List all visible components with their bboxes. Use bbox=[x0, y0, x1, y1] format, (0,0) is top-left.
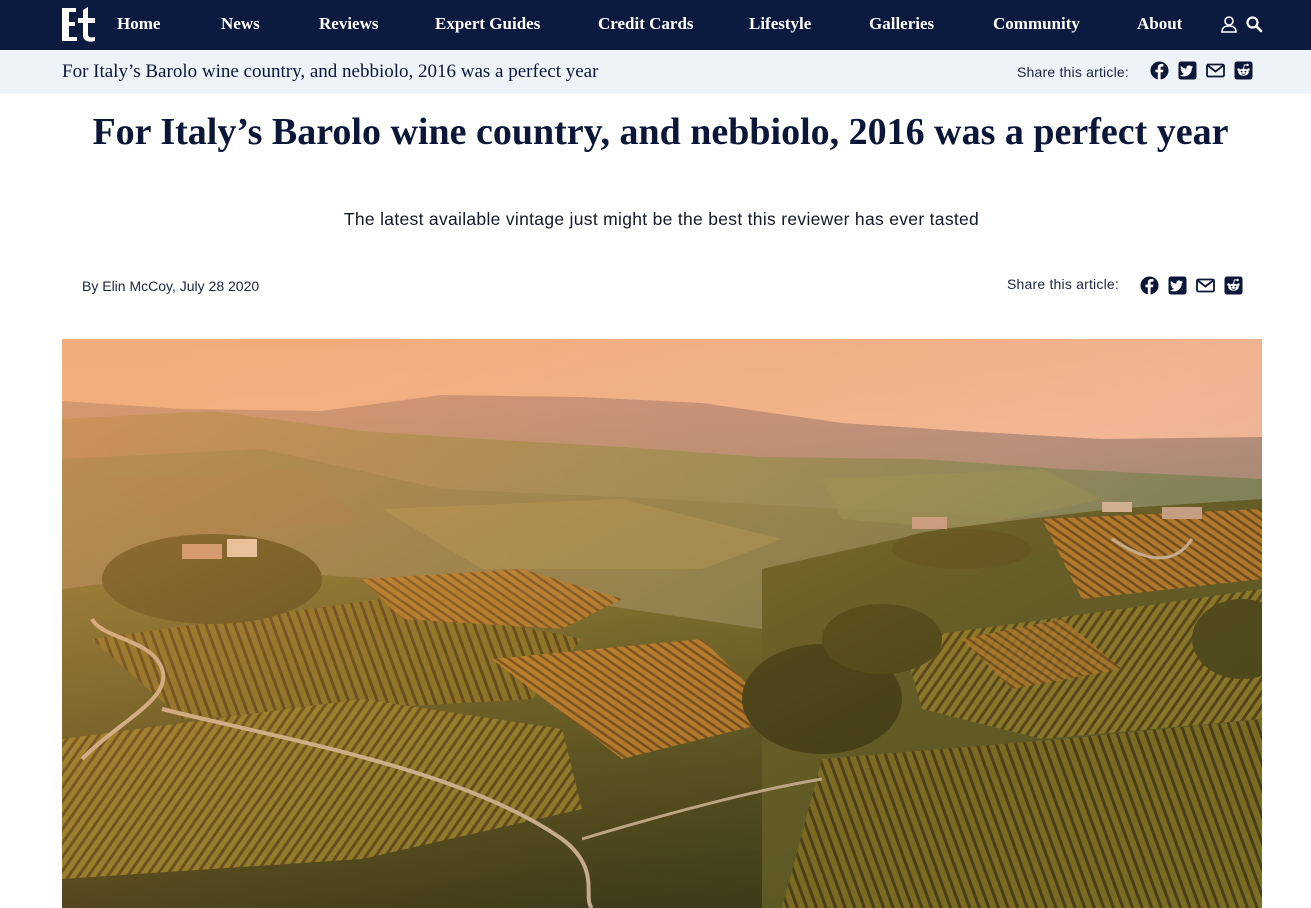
sticky-share-label: Share this article: bbox=[1017, 64, 1129, 80]
nav-about[interactable]: About bbox=[1137, 0, 1182, 50]
facebook-icon[interactable] bbox=[1150, 61, 1169, 80]
article-subheadline: The latest available vintage just might … bbox=[343, 209, 980, 229]
email-icon[interactable] bbox=[1206, 61, 1225, 80]
nav-galleries[interactable]: Galleries bbox=[869, 0, 934, 50]
nav-news[interactable]: News bbox=[221, 0, 260, 50]
hero-image bbox=[62, 339, 1262, 908]
twitter-icon[interactable] bbox=[1178, 61, 1197, 80]
top-navigation: Home News Reviews Expert Guides Credit C… bbox=[0, 0, 1311, 50]
reddit-icon[interactable] bbox=[1234, 61, 1253, 80]
reddit-icon[interactable] bbox=[1224, 276, 1243, 295]
sticky-article-bar: For Italy’s Barolo wine country, and neb… bbox=[0, 50, 1311, 94]
article-byline: By Elin McCoy, July 28 2020 bbox=[82, 278, 260, 294]
email-icon[interactable] bbox=[1196, 276, 1215, 295]
nav-expert-guides[interactable]: Expert Guides bbox=[435, 0, 540, 50]
vineyard-photo bbox=[62, 339, 1262, 908]
search-icon[interactable] bbox=[1245, 15, 1263, 33]
nav-reviews[interactable]: Reviews bbox=[319, 0, 378, 50]
facebook-icon[interactable] bbox=[1140, 276, 1159, 295]
nav-community[interactable]: Community bbox=[993, 0, 1080, 50]
twitter-icon[interactable] bbox=[1168, 276, 1187, 295]
site-logo[interactable] bbox=[61, 6, 97, 43]
article-headline: For Italy’s Barolo wine country, and neb… bbox=[92, 111, 1229, 153]
nav-lifestyle[interactable]: Lifestyle bbox=[749, 0, 811, 50]
logo-mark bbox=[62, 7, 95, 42]
article-share-label: Share this article: bbox=[1007, 276, 1119, 292]
nav-credit-cards[interactable]: Credit Cards bbox=[598, 0, 694, 50]
nav-home[interactable]: Home bbox=[117, 0, 160, 50]
sticky-article-title: For Italy’s Barolo wine country, and neb… bbox=[62, 61, 599, 82]
user-icon[interactable] bbox=[1220, 15, 1238, 33]
